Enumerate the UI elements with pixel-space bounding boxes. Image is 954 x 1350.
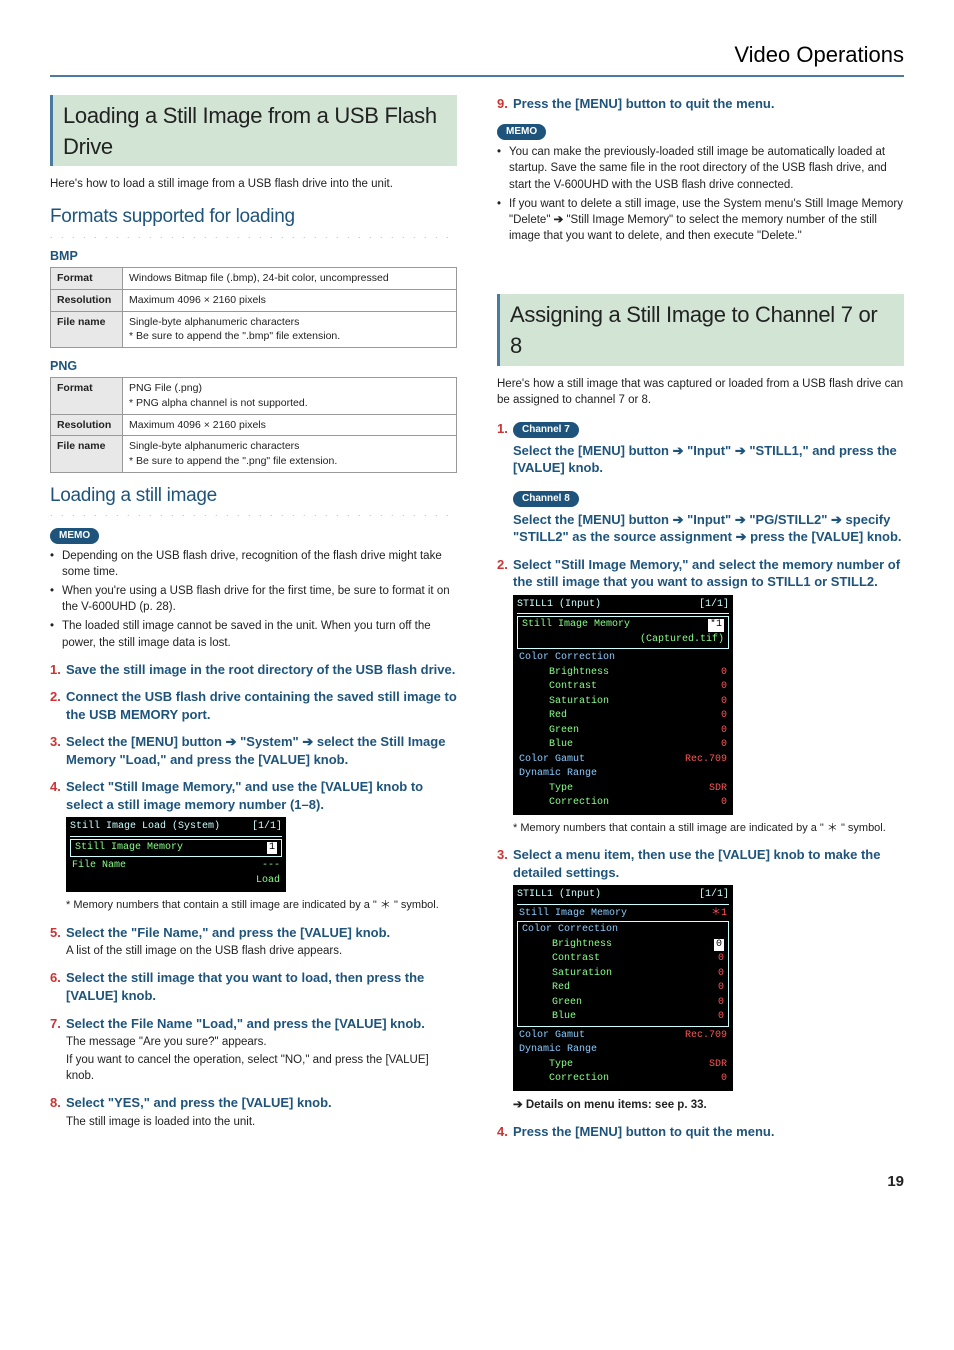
arrow-icon: ➔ <box>226 733 237 751</box>
memo-list: Depending on the USB flash drive, recogn… <box>50 548 457 651</box>
arrow-icon: ➔ <box>554 212 564 228</box>
cell: Maximum 4096 × 2160 pixels <box>123 289 457 311</box>
step-4: Select "Still Image Memory," and use the… <box>66 778 457 813</box>
cell: Resolution <box>51 414 123 436</box>
divider <box>50 75 904 77</box>
page-number: 19 <box>50 1171 904 1192</box>
device-screenshot: STILL1 (Input)[1/1] Still Image Memory*1… <box>513 595 733 815</box>
footnote: * Memory numbers that contain a still im… <box>513 821 904 836</box>
section-title-load: Loading a Still Image from a USB Flash D… <box>50 95 457 167</box>
cell: File name <box>51 311 123 347</box>
channel-7-badge: Channel 7 <box>513 422 579 438</box>
step-1-ch8: Select the [MENU] button ➔ "Input" ➔ "PG… <box>513 511 904 546</box>
arrow-icon: ➔ <box>831 511 842 529</box>
step-6: Select the still image that you want to … <box>66 969 457 1004</box>
right-column: Press the [MENU] button to quit the menu… <box>497 95 904 1151</box>
step-2: Select "Still Image Memory," and select … <box>513 556 904 591</box>
list-item: The loaded still image cannot be saved i… <box>50 618 457 650</box>
step-3: Select a menu item, then use the [VALUE]… <box>513 846 904 881</box>
cell: Format <box>51 268 123 290</box>
step-1: Save the still image in the root directo… <box>66 661 457 679</box>
arrow-icon: ➔ <box>673 442 684 460</box>
step-3: Select the [MENU] button ➔ "System" ➔ se… <box>66 733 457 768</box>
cell: Maximum 4096 × 2160 pixels <box>123 414 457 436</box>
arrow-icon: ➔ <box>673 511 684 529</box>
cell: Single-byte alphanumeric characters* Be … <box>123 311 457 347</box>
steps-list: Save the still image in the root directo… <box>50 661 457 1130</box>
step-body: The still image is loaded into the unit. <box>66 1114 457 1130</box>
cell: Single-byte alphanumeric characters* Be … <box>123 436 457 472</box>
step-7: Select the File Name "Load," and press t… <box>66 1015 457 1033</box>
step-9: Press the [MENU] button to quit the menu… <box>513 95 904 113</box>
intro-text: Here's how a still image that was captur… <box>497 376 904 408</box>
dotted-rule: . . . . . . . . . . . . . . . . . . . . … <box>50 229 457 242</box>
details-link: ➔ Details on menu items: see p. 33. <box>513 1097 904 1113</box>
channel-8-badge: Channel 8 <box>513 491 579 507</box>
subsection-formats: Formats supported for loading <box>50 204 457 231</box>
subsection-loading: Loading a still image <box>50 483 457 510</box>
step-body: The message "Are you sure?" appears. <box>66 1034 457 1050</box>
memo-badge: MEMO <box>50 528 99 544</box>
breadcrumb: Video Operations <box>50 40 904 71</box>
step-2: Connect the USB flash drive containing t… <box>66 688 457 723</box>
list-item: Depending on the USB flash drive, recogn… <box>50 548 457 580</box>
intro-text: Here's how to load a still image from a … <box>50 176 457 192</box>
png-heading: PNG <box>50 358 457 376</box>
cell: File name <box>51 436 123 472</box>
list-item: When you're using a USB flash drive for … <box>50 583 457 615</box>
dotted-rule: . . . . . . . . . . . . . . . . . . . . … <box>50 507 457 520</box>
device-screenshot: STILL1 (Input)[1/1] Still Image Memory＊1… <box>513 885 733 1091</box>
arrow-icon: ➔ <box>513 1097 523 1113</box>
device-screenshot: Still Image Load (System)[1/1] Still Ima… <box>66 817 286 892</box>
arrow-icon: ➔ <box>736 528 747 546</box>
step-body: A list of the still image on the USB fla… <box>66 943 457 959</box>
left-column: Loading a Still Image from a USB Flash D… <box>50 95 457 1151</box>
cell: Windows Bitmap file (.bmp), 24-bit color… <box>123 268 457 290</box>
step-4: Press the [MENU] button to quit the menu… <box>513 1123 904 1141</box>
cell: PNG File (.png)* PNG alpha channel is no… <box>123 378 457 414</box>
arrow-icon: ➔ <box>302 733 313 751</box>
list-item: You can make the previously-loaded still… <box>497 144 904 192</box>
step-1-ch7: Select the [MENU] button ➔ "Input" ➔ "ST… <box>513 442 904 477</box>
png-table: FormatPNG File (.png)* PNG alpha channel… <box>50 377 457 472</box>
arrow-icon: ➔ <box>735 511 746 529</box>
memo-list: You can make the previously-loaded still… <box>497 144 904 244</box>
bmp-heading: BMP <box>50 248 457 266</box>
arrow-icon: ➔ <box>735 442 746 460</box>
memo-badge: MEMO <box>497 124 546 140</box>
footnote: * Memory numbers that contain a still im… <box>66 898 457 913</box>
assign-steps-list: Channel 7 Select the [MENU] button ➔ "In… <box>497 420 904 1141</box>
steps-continued: Press the [MENU] button to quit the menu… <box>497 95 904 113</box>
step-5: Select the "File Name," and press the [V… <box>66 924 457 942</box>
step-body: If you want to cancel the operation, sel… <box>66 1052 457 1084</box>
section-title-assign: Assigning a Still Image to Channel 7 or … <box>497 294 904 366</box>
cell: Resolution <box>51 289 123 311</box>
list-item: If you want to delete a still image, use… <box>497 196 904 244</box>
step-8: Select "YES," and press the [VALUE] knob… <box>66 1094 457 1112</box>
bmp-table: FormatWindows Bitmap file (.bmp), 24-bit… <box>50 267 457 348</box>
cell: Format <box>51 378 123 414</box>
